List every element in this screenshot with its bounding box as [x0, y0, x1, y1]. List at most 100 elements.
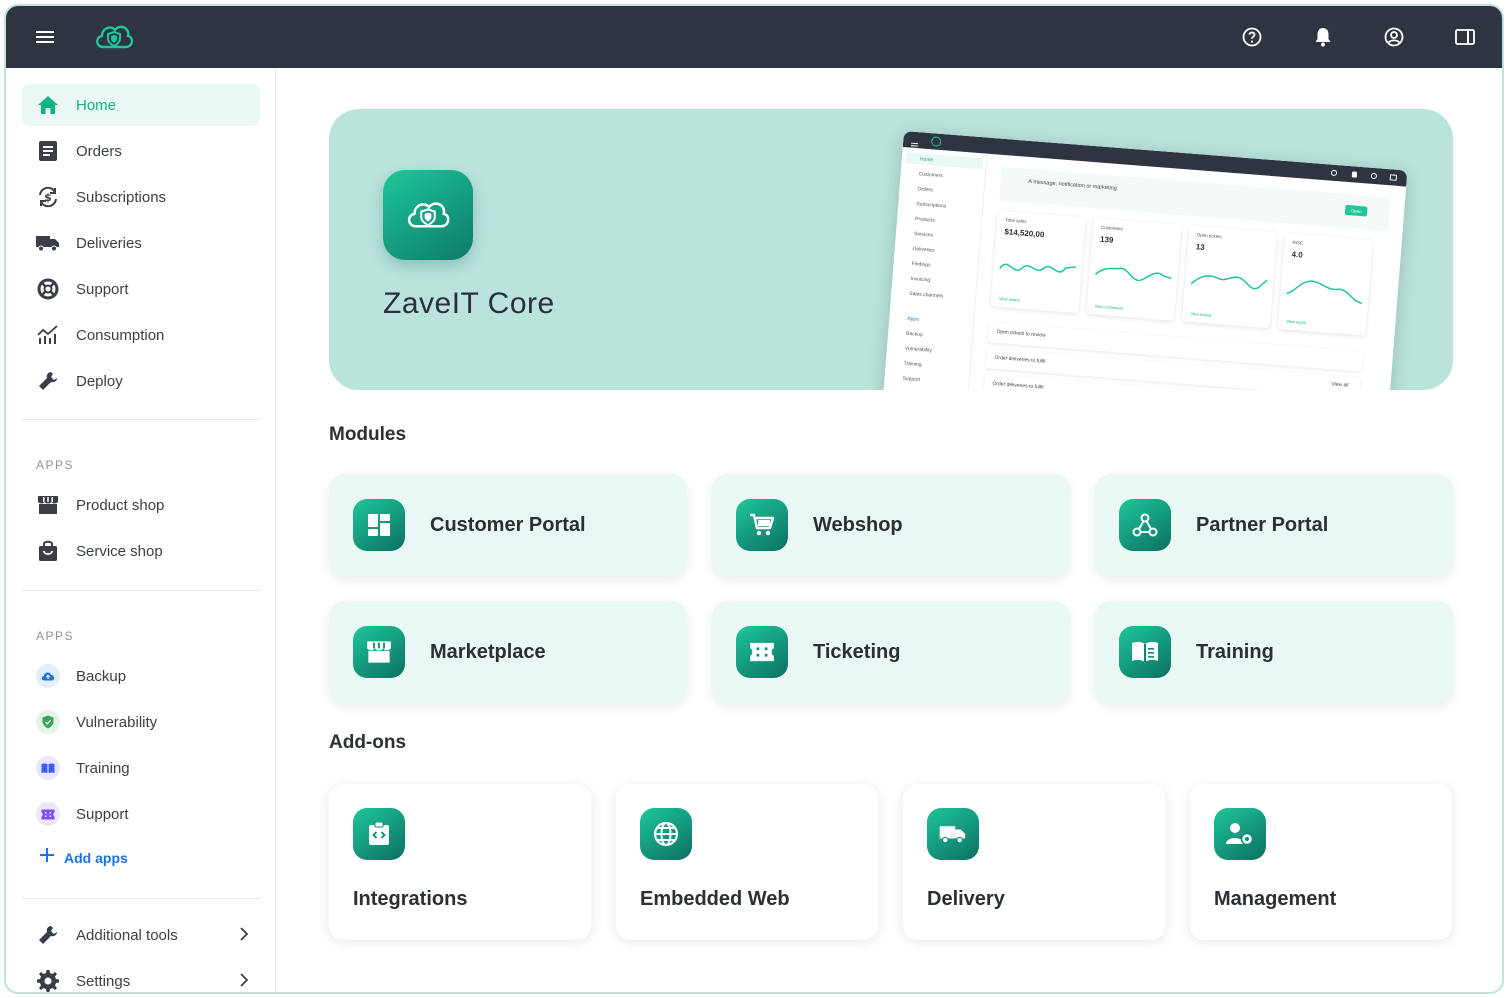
main-content: ZaveIT Core Home Customers Orders Subscr…	[277, 68, 1502, 992]
sidebar-item-training[interactable]: Training	[22, 747, 260, 789]
apps-section-label: APPS	[36, 458, 75, 472]
wrench-icon	[36, 923, 60, 947]
user-gear-icon	[1214, 808, 1266, 860]
storefront-icon	[353, 626, 405, 678]
module-card-training[interactable]: Training	[1095, 601, 1453, 703]
preview-nav-item: Sales channels	[909, 290, 944, 300]
cart-icon	[736, 499, 788, 551]
code-clipboard-icon	[353, 808, 405, 860]
preview-nav-item: Orders	[917, 185, 933, 193]
product-logo-icon	[383, 170, 473, 260]
dashboard-icon	[353, 499, 405, 551]
addon-card-embedded-web[interactable]: Embedded Web	[616, 784, 878, 940]
module-card-partner-portal[interactable]: Partner Portal	[1095, 474, 1453, 576]
sidebar-item-backup[interactable]: Backup	[22, 655, 260, 697]
module-card-ticketing[interactable]: Ticketing	[712, 601, 1070, 703]
preview-stat-card: Open tickets 13 View tickets	[1181, 225, 1278, 329]
top-bar	[6, 6, 1502, 68]
preview-sidebar: Home Customers Orders Subscriptions Prod…	[880, 146, 988, 390]
bell-icon	[1351, 171, 1358, 178]
sidebar-item-product-shop[interactable]: Product shop	[22, 484, 260, 526]
sidebar: Home Orders $ Subscriptions Deliveries S…	[6, 68, 276, 992]
preview-nav-item: Customers	[918, 170, 944, 179]
module-card-marketplace[interactable]: Marketplace	[329, 601, 687, 703]
addon-card-management[interactable]: Management	[1190, 784, 1452, 940]
storefront-icon	[36, 493, 60, 517]
sidebar-item-orders[interactable]: Orders	[22, 130, 260, 172]
sparkline	[1286, 280, 1363, 305]
shopping-bag-icon	[36, 539, 60, 563]
preview-app-item: Backup	[905, 330, 924, 338]
sidebar-divider	[22, 590, 260, 591]
sidebar-item-deploy[interactable]: Deploy	[22, 360, 260, 402]
sidebar-item-settings[interactable]: Settings	[22, 960, 260, 992]
chevron-right-icon	[240, 973, 249, 992]
addons-title: Add-ons	[329, 732, 407, 753]
truck-icon	[927, 808, 979, 860]
chart-icon	[36, 323, 60, 347]
sidebar-item-deliveries[interactable]: Deliveries	[22, 222, 260, 264]
sidebar-divider	[22, 419, 260, 420]
lifebuoy-icon	[36, 277, 60, 301]
home-icon	[36, 93, 60, 117]
addon-card-delivery[interactable]: Delivery	[903, 784, 1165, 940]
preview-app-item: Support	[902, 375, 921, 383]
preview-stat-card: Total sales $14,520,00 View orders	[990, 210, 1086, 314]
preview-nav-item: Services	[913, 230, 934, 239]
book-icon	[36, 756, 60, 780]
brand-logo-icon	[930, 136, 942, 147]
sidebar-item-service-shop[interactable]: Service shop	[22, 530, 260, 572]
ticket-icon	[36, 802, 60, 826]
ticket-icon	[736, 626, 788, 678]
preview-nav-item: Invoicing	[910, 275, 931, 283]
preview-nav-item: Deliveries	[912, 245, 935, 254]
gear-icon	[36, 969, 60, 992]
orders-icon	[36, 139, 60, 163]
globe-icon	[640, 808, 692, 860]
menu-icon[interactable]	[28, 20, 62, 54]
dashboard-preview: Home Customers Orders Subscriptions Prod…	[880, 131, 1408, 390]
preview-stat-card: RISC 4.0 View report	[1277, 233, 1373, 336]
chevron-right-icon	[240, 927, 249, 946]
apps-section-label: APPS	[36, 629, 75, 643]
subscriptions-icon: $	[36, 185, 60, 209]
add-apps-link[interactable]: Add apps	[40, 848, 128, 867]
addon-card-integrations[interactable]: Integrations	[329, 784, 591, 940]
app-window: Home Orders $ Subscriptions Deliveries S…	[4, 4, 1504, 994]
preview-apps-label: Apps	[907, 315, 919, 323]
preview-message-text: A message, notification or marketing	[1028, 178, 1118, 192]
sparkline	[998, 263, 1076, 273]
svg-text:$: $	[44, 191, 52, 204]
account-icon[interactable]	[1377, 20, 1411, 54]
shield-icon	[36, 710, 60, 734]
sidebar-item-vulnerability[interactable]: Vulnerability	[22, 701, 260, 743]
preview-stat-card: Customers 139 View customers	[1086, 218, 1182, 321]
panel-icon	[1389, 174, 1398, 181]
sparkline	[1094, 267, 1172, 282]
brand-logo-icon[interactable]	[92, 20, 136, 54]
sidebar-item-support[interactable]: Support	[22, 268, 260, 310]
network-icon	[1119, 499, 1171, 551]
panel-icon[interactable]	[1448, 20, 1482, 54]
sidebar-item-support-app[interactable]: Support	[22, 793, 260, 835]
preview-app-item: Training	[903, 360, 922, 368]
plus-icon	[40, 848, 54, 867]
hero-title: ZaveIT Core	[383, 287, 555, 320]
sidebar-item-consumption[interactable]: Consumption	[22, 314, 260, 356]
sidebar-item-additional-tools[interactable]: Additional tools	[22, 914, 260, 956]
bell-icon[interactable]	[1306, 20, 1340, 54]
preview-nav-item: Home	[905, 152, 984, 170]
sparkline	[1190, 275, 1268, 290]
cloud-upload-icon	[36, 664, 60, 688]
preview-nav-item: Subscriptions	[916, 200, 947, 210]
module-card-webshop[interactable]: Webshop	[712, 474, 1070, 576]
sidebar-item-home[interactable]: Home	[22, 84, 260, 126]
sidebar-item-subscriptions[interactable]: $ Subscriptions	[22, 176, 260, 218]
help-icon[interactable]	[1235, 20, 1269, 54]
module-card-customer-portal[interactable]: Customer Portal	[329, 474, 687, 576]
book-icon	[1119, 626, 1171, 678]
preview-app-item: Vulnerability	[904, 345, 933, 354]
account-icon	[1370, 172, 1378, 180]
sidebar-divider	[22, 898, 260, 899]
modules-title: Modules	[329, 424, 407, 445]
